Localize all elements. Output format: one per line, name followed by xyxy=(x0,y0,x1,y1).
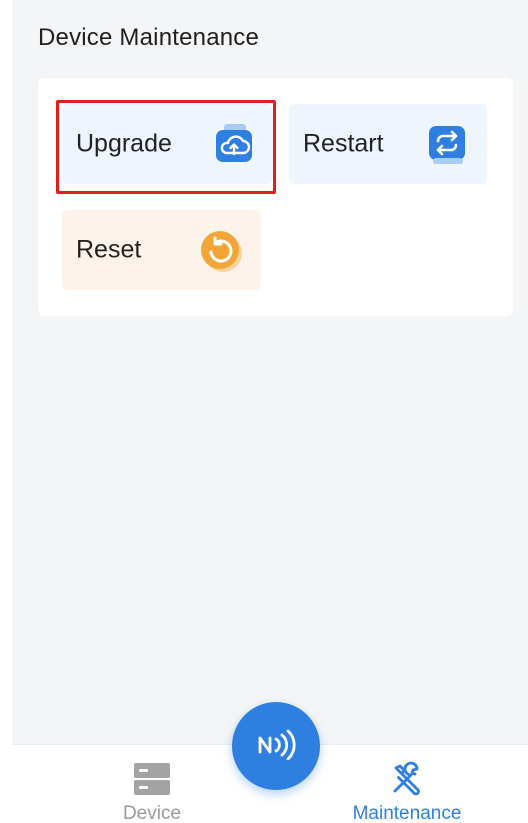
reset-circle-icon xyxy=(198,228,242,272)
reset-label: Reset xyxy=(76,235,142,264)
tab-maintenance[interactable]: Maintenance xyxy=(332,745,482,823)
tab-device[interactable]: Device xyxy=(102,745,202,823)
restart-button[interactable]: Restart xyxy=(289,104,487,184)
restart-label: Restart xyxy=(303,129,384,158)
tab-maintenance-label: Maintenance xyxy=(352,803,462,823)
nfc-icon xyxy=(254,728,298,765)
maintenance-card: Upgrade Restart Reset xyxy=(38,78,513,316)
reset-button[interactable]: Reset xyxy=(62,210,261,290)
cloud-upload-icon xyxy=(212,122,256,166)
upgrade-button[interactable]: Upgrade xyxy=(62,104,273,184)
nfc-fab-button[interactable] xyxy=(232,702,320,790)
upgrade-label: Upgrade xyxy=(76,129,172,158)
tab-device-label: Device xyxy=(122,803,182,823)
section-title: Device Maintenance xyxy=(38,24,260,51)
server-icon xyxy=(132,759,172,799)
app-screen: Device Maintenance Upgrade Restart Reset… xyxy=(12,0,528,823)
restart-arrows-icon xyxy=(425,122,469,166)
tools-icon xyxy=(387,759,427,799)
